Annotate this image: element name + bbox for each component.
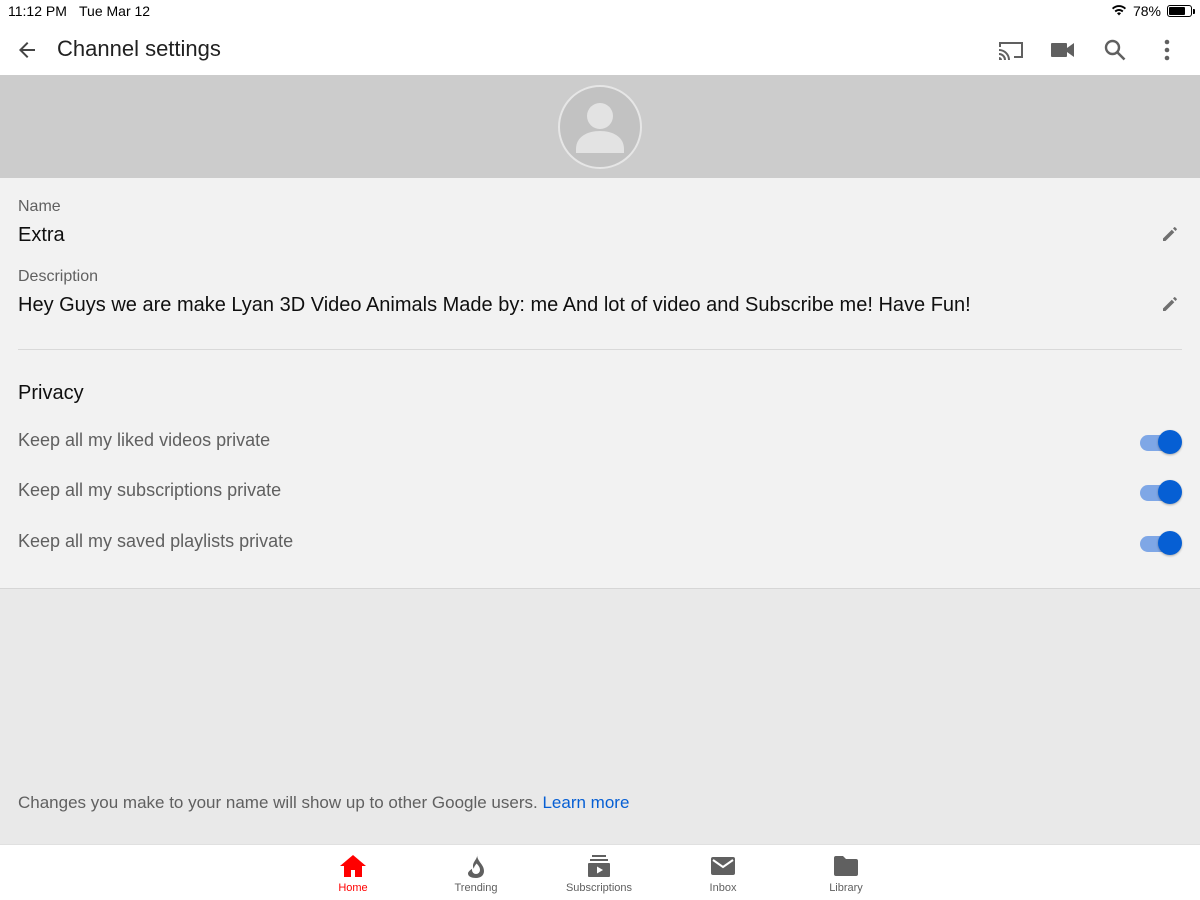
toggle-label: Keep all my subscriptions private — [18, 480, 282, 500]
name-value: Extra — [18, 224, 65, 246]
status-right: 78% — [1111, 3, 1195, 19]
nav-label: Inbox — [709, 882, 737, 894]
nav-home[interactable]: Home — [303, 853, 403, 899]
bottom-nav: Home Trending Subscriptions Inbox Librar… — [0, 844, 1200, 900]
footer-note-text: Changes you make to your name will show … — [18, 793, 538, 812]
learn-more-link[interactable]: Learn more — [542, 793, 629, 812]
app-bar: Channel settings — [0, 24, 1200, 75]
description-label: Description — [18, 268, 99, 285]
name-label: Name — [18, 198, 61, 215]
battery-icon — [1167, 5, 1195, 17]
nav-label: Subscriptions — [565, 882, 633, 894]
nav-inbox[interactable]: Inbox — [673, 853, 773, 899]
back-arrow-icon — [19, 42, 35, 58]
status-time: 11:12 PM — [8, 3, 67, 19]
wifi-icon — [1111, 3, 1127, 19]
channel-banner[interactable] — [0, 75, 1200, 178]
toggle-switch[interactable] — [1140, 429, 1182, 455]
toggle-thumb — [1158, 430, 1182, 454]
cast-button[interactable] — [996, 36, 1026, 64]
upload-video-button[interactable] — [1048, 36, 1078, 64]
privacy-toggle-subscriptions[interactable]: Keep all my subscriptions private — [18, 476, 1182, 506]
toggle-label: Keep all my liked videos private — [18, 430, 271, 450]
more-options-button[interactable] — [1152, 36, 1182, 64]
nav-label: Home — [338, 882, 368, 894]
toggle-thumb — [1158, 480, 1182, 504]
nav-label: Trending — [454, 882, 498, 894]
back-button[interactable] — [12, 36, 42, 64]
flame-icon — [468, 854, 484, 878]
default-avatar-icon — [576, 103, 624, 153]
page-title: Channel settings — [57, 36, 221, 61]
privacy-heading: Privacy — [18, 382, 84, 404]
nav-label: Library — [829, 882, 863, 894]
search-button[interactable] — [1100, 36, 1130, 64]
battery-fill — [1169, 7, 1186, 15]
avatar[interactable] — [558, 85, 642, 169]
description-value: Hey Guys we are make Lyan 3D Video Anima… — [18, 294, 971, 316]
settings-panel: Name Extra Description Hey Guys we are m… — [0, 178, 1200, 589]
cast-icon — [999, 42, 1023, 60]
toggle-thumb — [1158, 531, 1182, 555]
nav-library[interactable]: Library — [796, 853, 896, 899]
pencil-icon — [1163, 227, 1177, 241]
battery-percent: 78% — [1132, 3, 1161, 19]
subscriptions-icon — [588, 855, 610, 877]
toggle-switch[interactable] — [1140, 479, 1182, 505]
privacy-toggle-saved-playlists[interactable]: Keep all my saved playlists private — [18, 527, 1182, 557]
edit-name-button[interactable] — [1158, 222, 1182, 246]
footer-note: Changes you make to your name will show … — [18, 793, 629, 813]
home-icon — [340, 855, 366, 877]
privacy-toggle-liked-videos[interactable]: Keep all my liked videos private — [18, 426, 1182, 456]
more-vert-icon — [1164, 39, 1170, 61]
video-camera-icon — [1051, 43, 1074, 57]
nav-subscriptions[interactable]: Subscriptions — [549, 853, 649, 899]
status-bar: 11:12 PM Tue Mar 12 78% — [0, 0, 1200, 24]
toggle-label: Keep all my saved playlists private — [18, 531, 294, 551]
edit-description-button[interactable] — [1158, 292, 1182, 316]
folder-icon — [834, 856, 858, 876]
nav-trending[interactable]: Trending — [426, 853, 526, 899]
mail-icon — [711, 857, 735, 875]
search-icon — [1104, 39, 1126, 61]
app-actions — [996, 36, 1182, 64]
toggle-switch[interactable] — [1140, 530, 1182, 556]
divider — [18, 349, 1182, 350]
status-date: Tue Mar 12 — [79, 3, 151, 19]
pencil-icon — [1163, 297, 1177, 311]
